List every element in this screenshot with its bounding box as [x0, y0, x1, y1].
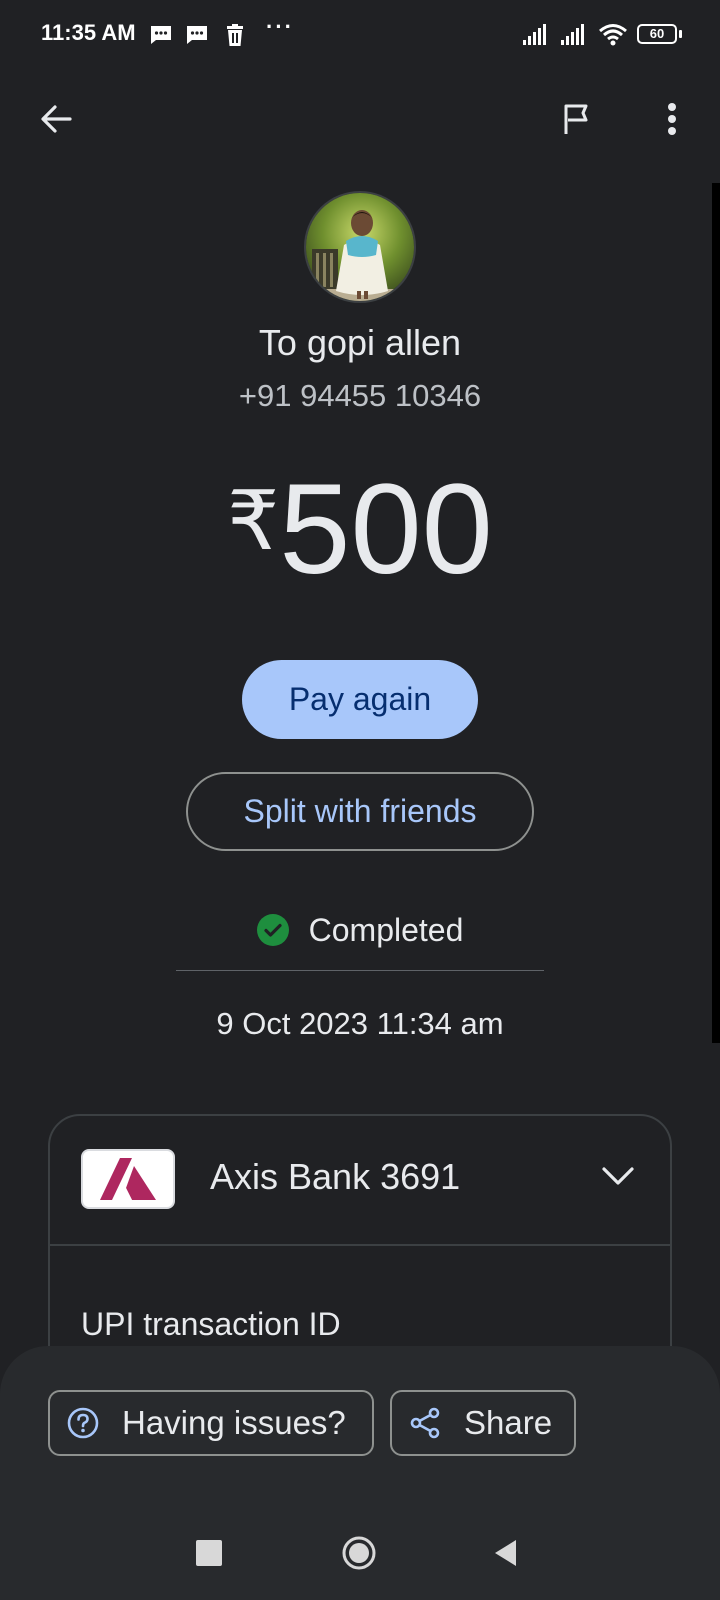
payment-details-screen: 11:35 AM ··· 60 To gopi allen +91 94455 …	[0, 0, 720, 1600]
axis-bank-logo	[81, 1149, 175, 1209]
message-icon	[187, 26, 207, 44]
check-circle-icon	[256, 914, 289, 946]
upi-transaction-id-label: UPI transaction ID	[81, 1306, 341, 1342]
more-vert-icon	[668, 103, 676, 135]
transaction-datetime: 9 Oct 2023 11:34 am	[216, 1006, 504, 1041]
status-time: 11:35 AM	[41, 20, 136, 45]
battery-tip	[679, 30, 682, 38]
trash-icon	[227, 24, 243, 46]
home-button[interactable]	[342, 1536, 376, 1570]
amount: ₹500	[0, 460, 720, 600]
bank-name: Axis Bank 3691	[210, 1156, 461, 1197]
more-notifications-icon: ···	[266, 14, 294, 39]
pay-again-button[interactable]: Pay again	[242, 660, 478, 739]
share-label: Share	[464, 1404, 553, 1441]
share-icon	[410, 1407, 440, 1439]
wifi-icon	[599, 24, 627, 46]
battery-level: 60	[649, 26, 665, 41]
home-circle-icon	[342, 1536, 376, 1570]
signal-icon	[523, 24, 546, 45]
payee-phone: +91 94455 10346	[238, 378, 482, 413]
share-button[interactable]: Share	[390, 1390, 576, 1456]
more-options-button[interactable]	[648, 95, 696, 143]
card-divider	[50, 1244, 670, 1246]
battery-icon: 60	[637, 24, 677, 44]
message-icon	[151, 26, 171, 44]
chevron-down-icon	[602, 1167, 634, 1185]
report-button[interactable]	[553, 95, 601, 143]
currency-symbol: ₹	[227, 476, 280, 567]
help-circle-icon	[67, 1407, 99, 1439]
split-with-friends-button[interactable]: Split with friends	[186, 772, 534, 851]
transaction-status: Completed	[0, 908, 720, 952]
having-issues-button[interactable]: Having issues?	[48, 1390, 374, 1456]
payee-avatar	[304, 191, 416, 303]
payee-name: To gopi allen	[258, 322, 462, 363]
status-bar: 11:35 AM ··· 60	[0, 0, 720, 70]
having-issues-label: Having issues?	[122, 1404, 346, 1441]
bank-account-row[interactable]: Axis Bank 3691	[50, 1116, 670, 1244]
flag-icon	[564, 104, 588, 134]
arrow-left-icon	[41, 105, 72, 133]
back-button[interactable]	[32, 95, 80, 143]
triangle-back-icon	[495, 1540, 516, 1566]
signal-icon	[561, 24, 584, 45]
status-label: Completed	[308, 911, 464, 948]
divider	[176, 970, 544, 971]
recents-button[interactable]	[196, 1540, 222, 1566]
system-back-button[interactable]	[492, 1538, 520, 1568]
amount-value: 500	[279, 458, 493, 601]
